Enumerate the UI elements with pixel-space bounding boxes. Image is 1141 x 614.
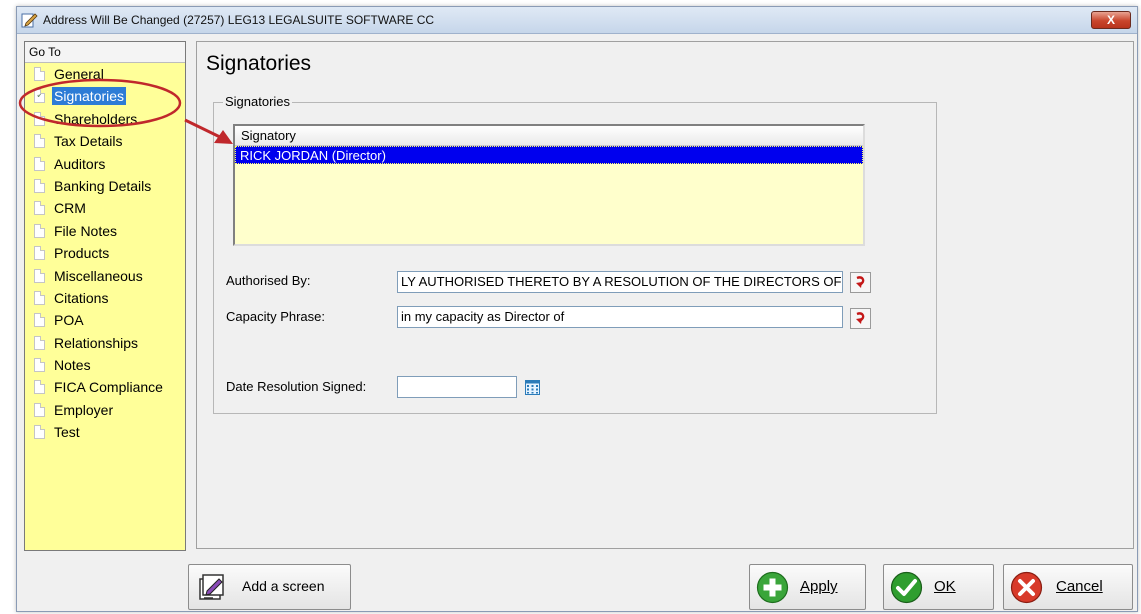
apply-button[interactable]: Apply xyxy=(749,564,866,610)
document-icon xyxy=(34,201,45,216)
goto-list: General ✓ Signatories Shareholders Tax De… xyxy=(25,63,185,444)
column-header-signatory[interactable]: Signatory xyxy=(235,126,863,146)
goto-item-file-notes[interactable]: File Notes xyxy=(25,220,185,242)
cancel-button[interactable]: Cancel xyxy=(1003,564,1133,610)
cancel-label: Cancel xyxy=(1056,578,1103,595)
goto-item-relationships[interactable]: Relationships xyxy=(25,332,185,354)
document-icon xyxy=(34,335,45,350)
ok-label: OK xyxy=(934,578,956,595)
goto-panel: Go To General ✓ Signatories Shareholders … xyxy=(24,41,186,551)
document-icon xyxy=(34,268,45,283)
goto-item-poa[interactable]: POA xyxy=(25,309,185,331)
plus-circle-icon xyxy=(756,571,789,604)
add-screen-label: Add a screen xyxy=(242,578,325,594)
goto-item-citations[interactable]: Citations xyxy=(25,287,185,309)
goto-item-miscellaneous[interactable]: Miscellaneous xyxy=(25,265,185,287)
signatories-group: Signatories Signatory RICK JORDAN (Direc… xyxy=(213,94,937,414)
document-icon xyxy=(34,313,45,328)
goto-item-fica-compliance[interactable]: FICA Compliance xyxy=(25,376,185,398)
authorised-by-lookup-button[interactable] xyxy=(850,272,871,293)
goto-item-auditors[interactable]: Auditors xyxy=(25,153,185,175)
authorised-by-label: Authorised By: xyxy=(226,273,311,288)
close-icon: X xyxy=(1106,13,1115,27)
dialog-window: Address Will Be Changed (27257) LEG13 LE… xyxy=(16,6,1138,612)
goto-header: Go To xyxy=(25,42,185,63)
document-icon xyxy=(34,290,45,305)
title-bar[interactable]: Address Will Be Changed (27257) LEG13 LE… xyxy=(17,7,1137,34)
apply-label: Apply xyxy=(800,578,838,595)
document-icon xyxy=(34,402,45,417)
goto-item-notes[interactable]: Notes xyxy=(25,354,185,376)
page-title: Signatories xyxy=(206,52,312,75)
document-icon xyxy=(34,156,45,171)
document-icon xyxy=(34,425,45,440)
group-label: Signatories xyxy=(223,94,293,109)
date-resolution-input[interactable] xyxy=(397,376,517,398)
signatories-panel: Signatories Signatories Signatory RICK J… xyxy=(196,41,1134,549)
window-title: Address Will Be Changed (27257) LEG13 LE… xyxy=(43,13,435,27)
goto-item-test[interactable]: Test xyxy=(25,421,185,443)
authorised-by-input[interactable]: LY AUTHORISED THERETO BY A RESOLUTION OF… xyxy=(397,271,843,293)
lookup-arrow-icon xyxy=(856,276,865,288)
capacity-phrase-label: Capacity Phrase: xyxy=(226,309,325,324)
check-circle-icon xyxy=(890,571,923,604)
goto-item-employer[interactable]: Employer xyxy=(25,399,185,421)
document-icon xyxy=(34,358,45,373)
document-icon xyxy=(34,134,45,149)
goto-item-signatories[interactable]: ✓ Signatories xyxy=(25,85,185,107)
document-icon xyxy=(34,380,45,395)
goto-item-shareholders[interactable]: Shareholders xyxy=(25,108,185,130)
capacity-phrase-input[interactable]: in my capacity as Director of xyxy=(397,306,843,328)
add-screen-icon xyxy=(199,574,224,600)
signatory-list[interactable]: Signatory RICK JORDAN (Director) xyxy=(233,124,865,246)
lookup-arrow-icon xyxy=(856,312,865,324)
document-checked-icon: ✓ xyxy=(34,89,45,104)
ok-button[interactable]: OK xyxy=(883,564,994,610)
cancel-circle-icon xyxy=(1010,571,1043,604)
goto-item-general[interactable]: General xyxy=(25,63,185,85)
goto-item-crm[interactable]: CRM xyxy=(25,197,185,219)
capacity-phrase-lookup-button[interactable] xyxy=(850,308,871,329)
edit-document-icon xyxy=(21,13,38,28)
document-icon xyxy=(34,67,45,81)
goto-item-products[interactable]: Products xyxy=(25,242,185,264)
table-row[interactable]: RICK JORDAN (Director) xyxy=(235,146,863,164)
goto-item-tax-details[interactable]: Tax Details xyxy=(25,130,185,152)
document-icon xyxy=(34,111,45,126)
goto-item-banking-details[interactable]: Banking Details xyxy=(25,175,185,197)
document-icon xyxy=(34,178,45,193)
add-screen-button[interactable]: Add a screen xyxy=(188,564,351,610)
close-button[interactable]: X xyxy=(1091,11,1131,29)
calendar-icon[interactable] xyxy=(525,380,540,395)
date-resolution-label: Date Resolution Signed: xyxy=(226,379,367,394)
document-icon xyxy=(34,223,45,238)
document-icon xyxy=(34,246,45,261)
